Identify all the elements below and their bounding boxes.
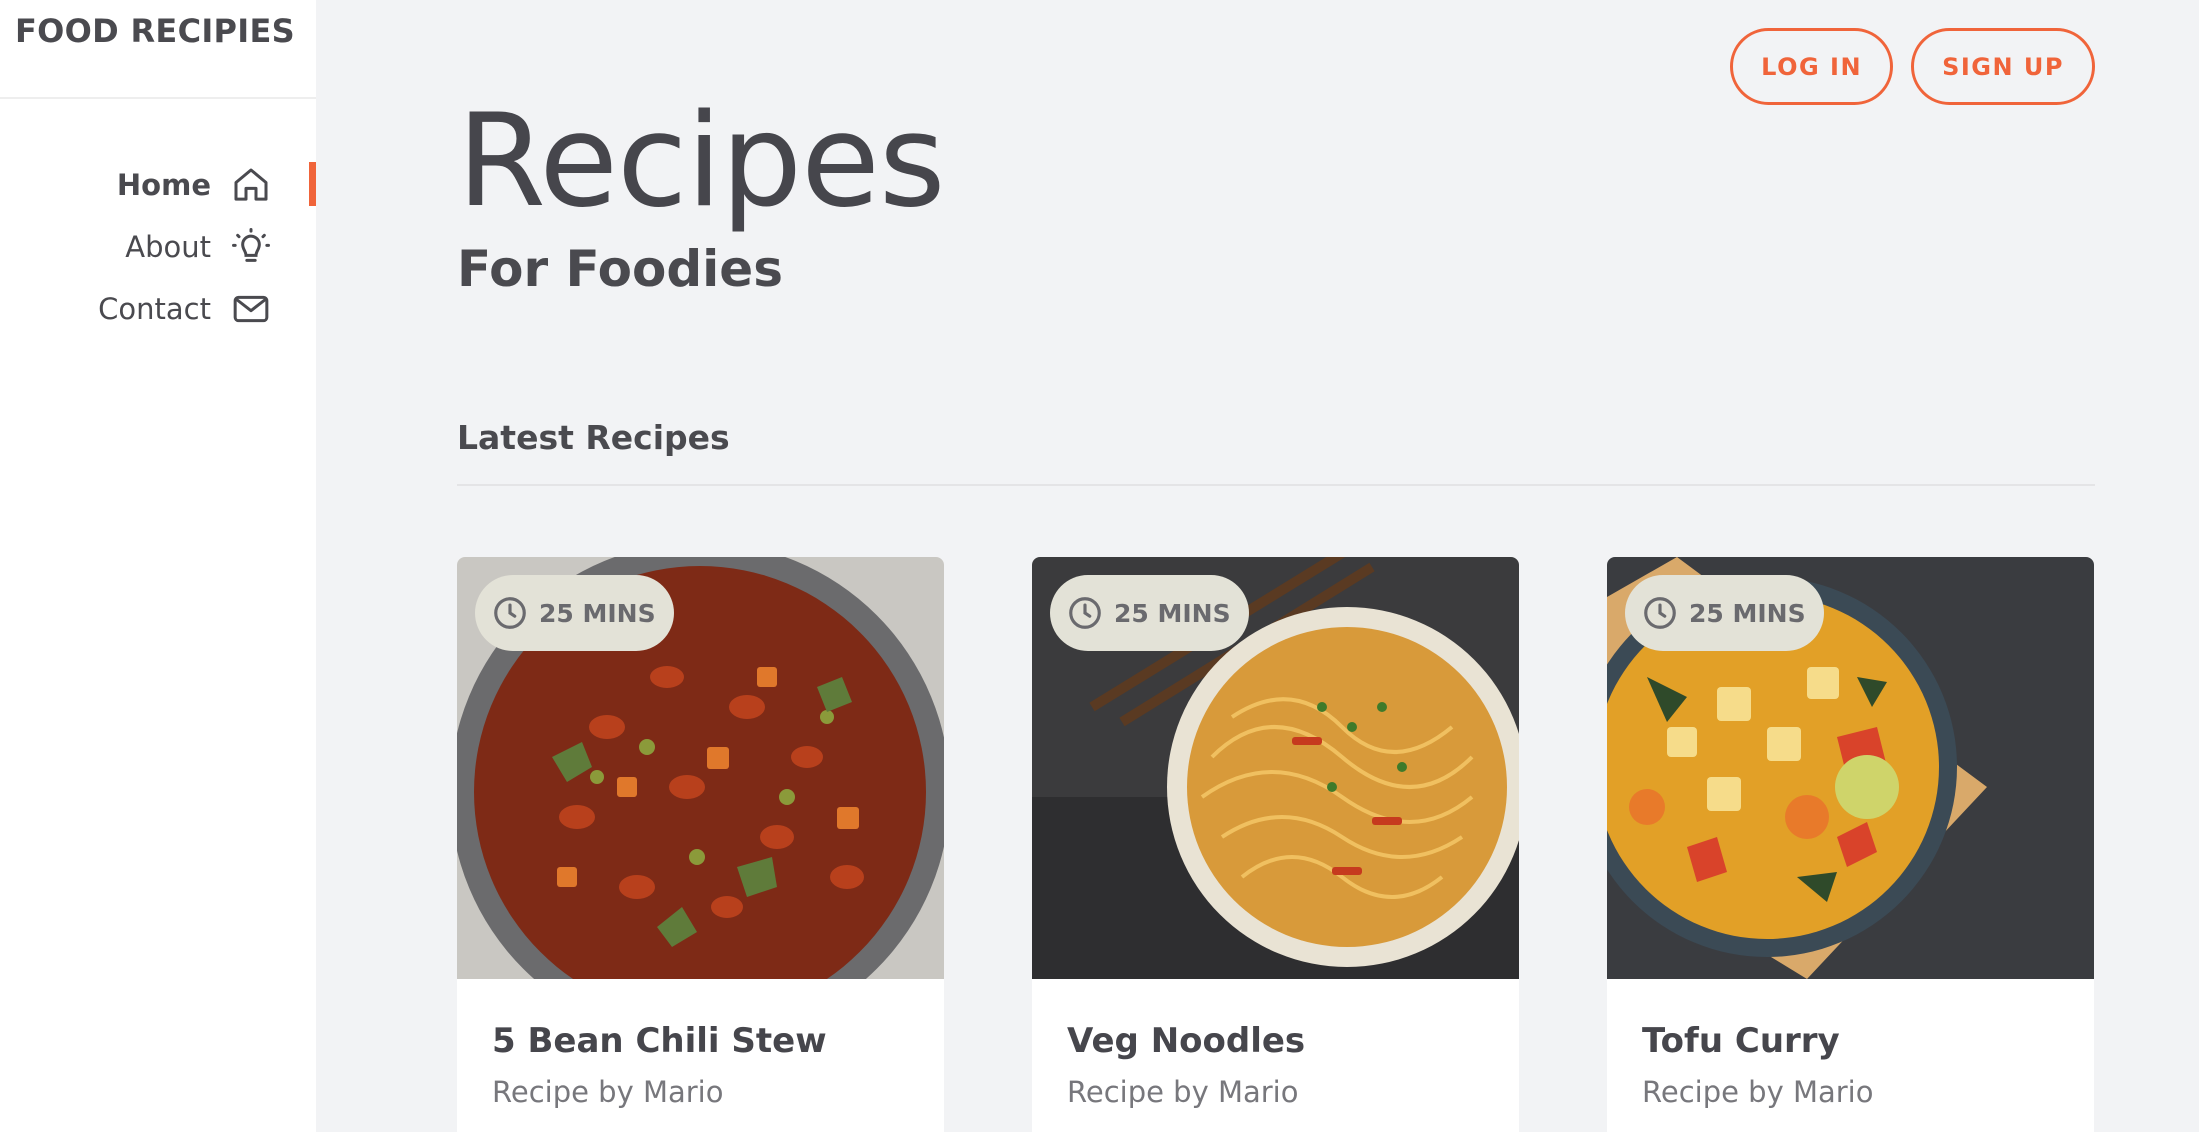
- sidebar-item-label: About: [125, 230, 211, 264]
- recipe-card[interactable]: 25 MINS Veg Noodles Recipe by Mario: [1032, 557, 1519, 1132]
- home-icon: [234, 168, 268, 201]
- recipe-card[interactable]: 25 MINS Tofu Curry Recipe by Mario: [1607, 557, 2094, 1132]
- section-divider: [457, 484, 2095, 486]
- time-badge: 25 MINS: [475, 575, 674, 651]
- clock-icon: [1069, 597, 1101, 629]
- sidebar-item-label: Home: [116, 168, 211, 202]
- time-badge: 25 MINS: [1050, 575, 1249, 651]
- recipe-title[interactable]: Tofu Curry: [1642, 1021, 2059, 1061]
- time-badge: 25 MINS: [1625, 575, 1824, 651]
- mail-icon: [233, 295, 269, 323]
- bean-chili-stew-photo: 25 MINS: [457, 557, 944, 979]
- recipe-cards: 25 MINS 5 Bean Chili Stew Recipe by Mari…: [457, 557, 2094, 1132]
- time-label: 25 MINS: [1114, 598, 1231, 628]
- lightbulb-icon: [232, 228, 270, 262]
- active-nav-indicator: [309, 162, 316, 206]
- page-title: Recipes: [457, 87, 946, 236]
- clock-icon: [494, 597, 526, 629]
- login-button[interactable]: LOG IN: [1730, 28, 1894, 105]
- recipe-title[interactable]: 5 Bean Chili Stew: [492, 1021, 909, 1061]
- recipe-author: Recipe by Mario: [1067, 1075, 1299, 1109]
- veg-noodles-photo: 25 MINS: [1032, 557, 1519, 979]
- auth-buttons: LOG IN SIGN UP: [1730, 28, 2095, 105]
- recipe-author: Recipe by Mario: [492, 1075, 724, 1109]
- clock-icon: [1644, 597, 1676, 629]
- recipe-author: Recipe by Mario: [1642, 1075, 1874, 1109]
- section-title: Latest Recipes: [457, 418, 730, 457]
- sidebar: FOOD RECIPIES Home About Contact: [0, 0, 316, 1132]
- sidebar-item-contact[interactable]: Contact: [98, 278, 271, 340]
- sidebar-item-home[interactable]: Home: [98, 154, 271, 216]
- time-label: 25 MINS: [539, 598, 656, 628]
- recipe-title[interactable]: Veg Noodles: [1067, 1021, 1484, 1061]
- recipe-card[interactable]: 25 MINS 5 Bean Chili Stew Recipe by Mari…: [457, 557, 944, 1132]
- sidebar-item-label: Contact: [98, 292, 211, 326]
- sidebar-nav: Home About Contact: [98, 154, 271, 340]
- tofu-curry-photo: 25 MINS: [1607, 557, 2094, 979]
- page-subtitle: For Foodies: [457, 240, 783, 298]
- time-label: 25 MINS: [1689, 598, 1806, 628]
- sidebar-item-about[interactable]: About: [98, 216, 271, 278]
- signup-button[interactable]: SIGN UP: [1911, 28, 2095, 105]
- brand-title[interactable]: FOOD RECIPIES: [0, 0, 316, 99]
